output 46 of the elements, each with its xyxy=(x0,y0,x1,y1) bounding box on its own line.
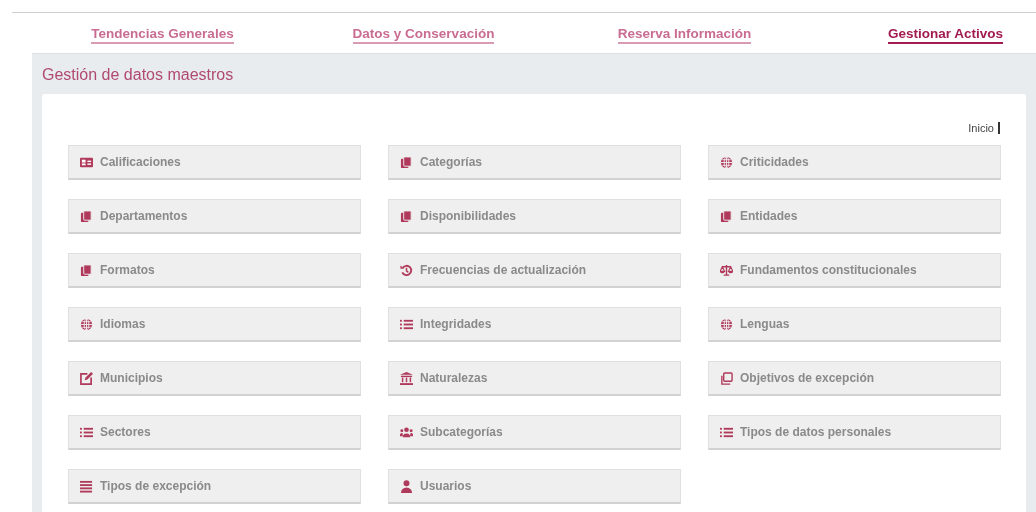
globe-icon xyxy=(720,155,733,169)
edit-icon xyxy=(80,371,93,385)
nav-tab[interactable]: Tendencias Generales xyxy=(91,26,234,44)
user-icon xyxy=(400,479,413,493)
master-data-button[interactable]: Objetivos de excepción xyxy=(708,361,1001,396)
breadcrumb-link[interactable]: Inicio xyxy=(968,122,994,134)
master-data-button[interactable]: Tipos de excepción xyxy=(68,469,361,504)
master-data-button[interactable]: Usuarios xyxy=(388,469,681,504)
nav-tab[interactable]: Gestionar Activos xyxy=(887,26,1003,44)
copy-icon xyxy=(80,263,93,277)
copy-icon xyxy=(400,155,413,169)
master-data-button[interactable]: Disponibilidades xyxy=(388,199,681,234)
nav-tab[interactable]: Datos y Conservación xyxy=(352,26,495,44)
master-data-button[interactable]: Integridades xyxy=(388,307,681,342)
id-card-icon xyxy=(80,155,93,169)
master-data-button[interactable]: Municipios xyxy=(68,361,361,396)
master-data-button[interactable]: Lenguas xyxy=(708,307,1001,342)
bars-icon xyxy=(80,479,93,493)
master-data-button[interactable]: Fundamentos constitucionales xyxy=(708,253,1001,288)
globe-icon xyxy=(720,317,733,331)
list-icon xyxy=(80,425,93,439)
master-data-button[interactable]: Frecuencias de actualización xyxy=(388,253,681,288)
scale-icon xyxy=(720,263,733,277)
master-data-button[interactable]: Departamentos xyxy=(68,199,361,234)
master-data-button[interactable]: Subcategorías xyxy=(388,415,681,450)
copy-icon xyxy=(720,209,733,223)
page-title: Gestión de datos maestros xyxy=(42,66,235,84)
bank-icon xyxy=(400,371,413,385)
master-data-button[interactable]: Entidades xyxy=(708,199,1001,234)
history-icon xyxy=(400,263,413,277)
list-icon xyxy=(720,425,733,439)
list-icon xyxy=(400,317,413,331)
master-data-button[interactable]: Formatos xyxy=(68,253,361,288)
copy-icon xyxy=(400,209,413,223)
master-data-button[interactable]: Naturalezas xyxy=(388,361,681,396)
master-data-button[interactable]: Tipos de datos personales xyxy=(708,415,1001,450)
master-data-button[interactable]: Idiomas xyxy=(68,307,361,342)
globe-icon xyxy=(80,317,93,331)
master-data-button[interactable]: Sectores xyxy=(68,415,361,450)
copy-icon xyxy=(80,209,93,223)
nav-tab[interactable]: Reserva Información xyxy=(617,26,752,44)
master-data-button[interactable]: Calificaciones xyxy=(68,145,361,180)
master-data-button[interactable]: Categorías xyxy=(388,145,681,180)
clone-icon xyxy=(720,371,733,385)
users-icon xyxy=(400,425,413,439)
master-data-button[interactable]: Criticidades xyxy=(708,145,1001,180)
